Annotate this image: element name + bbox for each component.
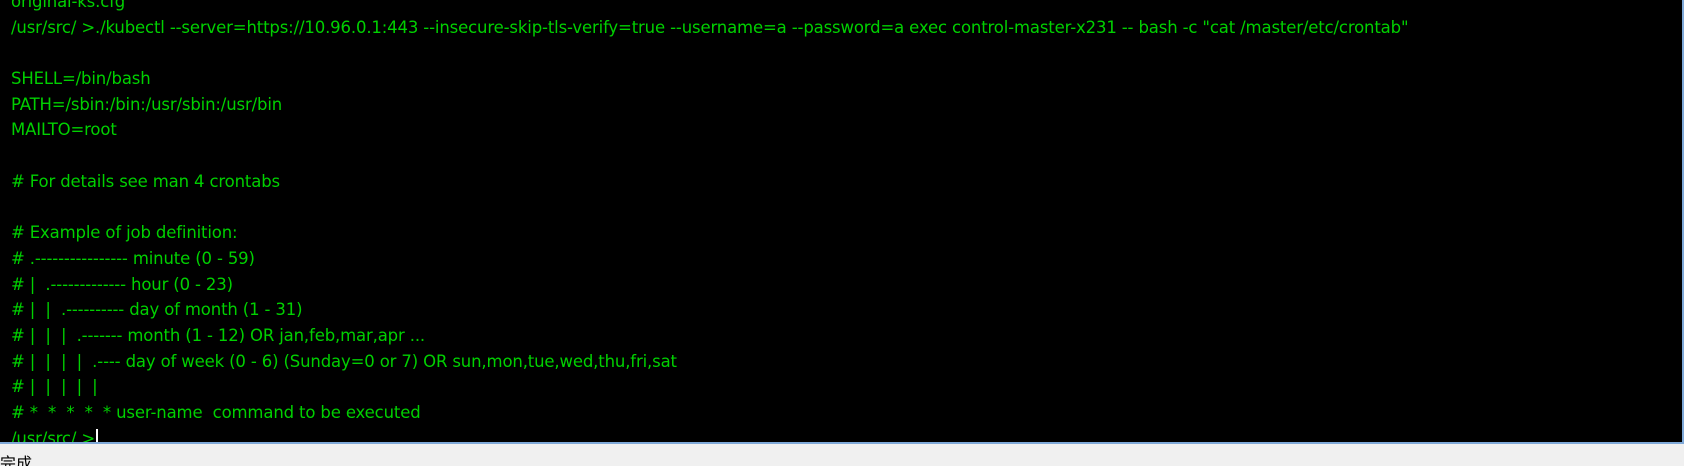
terminal-line: SHELL=/bin/bash: [11, 69, 151, 89]
terminal-line: # * * * * * user-name command to be exec…: [11, 403, 421, 422]
terminal-line: # Example of job definition:: [11, 223, 238, 243]
terminal-line: # | .------------- hour (0 - 23): [11, 274, 233, 294]
terminal-line: MAILTO=root: [11, 120, 117, 140]
terminal-line: # | | .---------- day of month (1 - 31): [11, 300, 303, 320]
terminal-window[interactable]: original-ks.cfg /usr/src/ >./kubectl --s…: [0, 0, 1684, 444]
status-bar: 完成: [0, 444, 1684, 466]
terminal-line: # .---------------- minute (0 - 59): [11, 248, 255, 268]
terminal-line: # | | | | .---- day of week (0 - 6) (Sun…: [11, 351, 677, 371]
terminal-output: original-ks.cfg /usr/src/ >./kubectl --s…: [11, 0, 1682, 444]
terminal-command-line: /usr/src/ >./kubectl --server=https://10…: [11, 17, 1409, 37]
terminal-line: # | | | .------- month (1 - 12) OR jan,f…: [11, 325, 426, 345]
status-text: 完成: [0, 454, 33, 466]
terminal-line: original-ks.cfg: [11, 0, 126, 11]
terminal-line: PATH=/sbin:/bin:/usr/sbin:/usr/bin: [11, 94, 283, 114]
terminal-line: # For details see man 4 crontabs: [11, 171, 280, 191]
terminal-line: # | | | | |: [11, 377, 98, 397]
